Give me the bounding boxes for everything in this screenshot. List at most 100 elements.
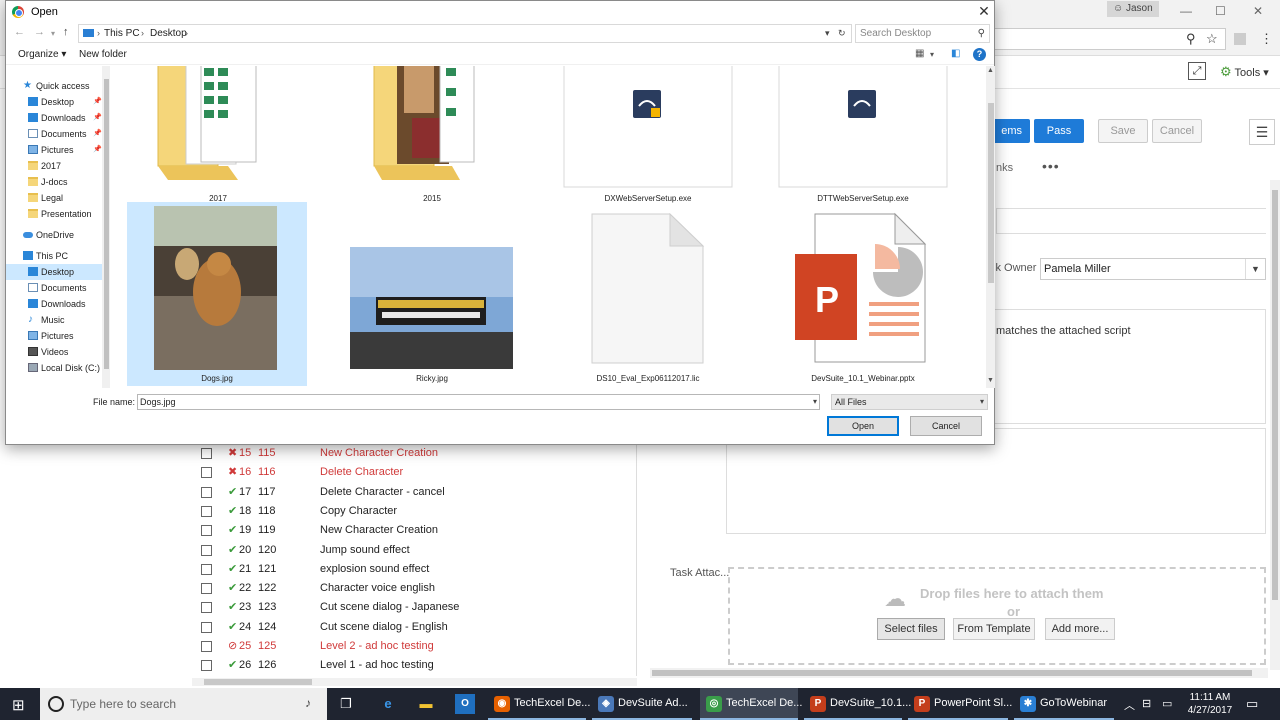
row-name[interactable]: Level 2 - ad hoc testing [320, 637, 434, 656]
row-name[interactable]: Jump sound effect [320, 541, 410, 560]
taskbar-app-button[interactable]: P PowerPoint Sl... [908, 688, 1012, 720]
file-tile[interactable]: 2017 [128, 66, 308, 203]
forward-arrow-icon[interactable]: → [34, 26, 45, 38]
task-view-icon[interactable]: ❐ [336, 694, 356, 714]
file-tile[interactable]: DXWebServerSetup.exe [558, 66, 738, 203]
nav-item[interactable]: J-docs [6, 174, 102, 190]
row-checkbox[interactable] [201, 583, 212, 595]
taskbar-search[interactable]: Type here to search ♪ [40, 688, 327, 720]
file-tile-selected[interactable]: Dogs.jpg [127, 202, 307, 386]
nav-item[interactable]: ★ Quick access [6, 78, 102, 94]
file-type-select[interactable]: All Files ▾ [831, 394, 988, 410]
taskbar-app-button[interactable]: ◈ DevSuite Ad... [592, 688, 692, 720]
table-row[interactable]: ✖ 15 115 New Character Creation [192, 444, 637, 463]
view-dropdown-icon[interactable]: ▾ [930, 50, 934, 59]
taskbar-app-button[interactable]: ◉ TechExcel De... [488, 688, 590, 720]
row-checkbox[interactable] [201, 544, 212, 556]
maximize-icon[interactable]: ☐ [1215, 4, 1226, 18]
table-row[interactable]: ✔ 21 121 explosion sound effect [192, 560, 637, 579]
table-row[interactable]: ✔ 19 119 New Character Creation [192, 521, 637, 540]
row-name[interactable]: explosion sound effect [320, 560, 429, 579]
dialog-cancel-button[interactable]: Cancel [910, 416, 982, 436]
user-badge[interactable]: ☺ Jason [1107, 1, 1159, 17]
table-row[interactable]: ✔ 20 120 Jump sound effect [192, 541, 637, 560]
extension-icon[interactable] [1234, 33, 1246, 45]
nav-item[interactable]: ♪ Music [6, 312, 102, 328]
tab-links[interactable]: nks [996, 162, 1013, 174]
taskbar-app-button[interactable]: ◎ TechExcel De... [700, 688, 802, 720]
refresh-icon[interactable]: ↻ [838, 28, 846, 39]
breadcrumb-separator-icon[interactable]: › [141, 28, 144, 38]
nav-item[interactable]: 2017 [6, 158, 102, 174]
nav-item[interactable]: Pictures 📌 [6, 142, 102, 158]
table-row[interactable]: ✖ 16 116 Delete Character [192, 463, 637, 482]
new-folder-button[interactable]: New folder [79, 49, 127, 60]
file-tile[interactable]: Ricky.jpg [342, 202, 522, 386]
nav-item[interactable]: Downloads 📌 [6, 110, 102, 126]
breadcrumb-desktop[interactable]: Desktop [150, 28, 187, 39]
save-button[interactable]: Save [1098, 119, 1148, 143]
table-row[interactable]: ✔ 24 124 Cut scene dialog - English [192, 618, 637, 637]
recent-dropdown-icon[interactable]: ▾ [51, 29, 55, 38]
row-name[interactable]: New Character Creation [320, 444, 438, 463]
description-field[interactable]: matches the attached script [990, 309, 1266, 424]
scroll-up-icon[interactable]: ▲ [986, 67, 995, 74]
nav-item[interactable]: Desktop 📌 [6, 94, 102, 110]
breadcrumb-this-pc[interactable]: This PC [104, 28, 140, 39]
file-tile[interactable]: P DevSuite_10.1_Webinar.pptx [773, 202, 953, 386]
nav-item[interactable]: Downloads [6, 296, 102, 312]
row-checkbox[interactable] [201, 525, 212, 537]
row-checkbox[interactable] [201, 505, 212, 517]
more-tabs-icon[interactable]: ••• [1042, 158, 1060, 174]
file-tile[interactable]: 2015 [342, 66, 522, 203]
nav-item[interactable]: OneDrive [6, 227, 102, 243]
row-checkbox[interactable] [201, 660, 212, 672]
row-checkbox[interactable] [201, 486, 212, 498]
table-row[interactable]: ✔ 23 123 Cut scene dialog - Japanese [192, 598, 637, 617]
table-row[interactable]: ✔ 26 126 Level 1 - ad hoc testing [192, 656, 637, 675]
nav-item[interactable]: Documents [6, 280, 102, 296]
close-icon[interactable]: ✕ [976, 3, 992, 19]
add-more-button[interactable]: Add more... [1045, 618, 1115, 640]
row-checkbox[interactable] [201, 448, 212, 459]
taskbar-app-button[interactable]: P DevSuite_10.1... [804, 688, 911, 720]
tray-overflow-icon[interactable]: ︿ [1124, 697, 1135, 713]
row-name[interactable]: Character voice english [320, 579, 435, 598]
search-input[interactable]: Search Desktop ⚲ [855, 24, 990, 43]
file-name-input[interactable]: Dogs.jpg ▾ [137, 394, 820, 410]
file-tile[interactable]: DTTWebServerSetup.exe [773, 66, 953, 203]
pass-button[interactable]: Pass [1034, 119, 1084, 143]
table-row[interactable]: ✔ 22 122 Character voice english [192, 579, 637, 598]
page-scrollbar-thumb[interactable] [1272, 190, 1278, 600]
task-field[interactable] [996, 208, 1266, 234]
change-view-icon[interactable]: ▦ [915, 48, 924, 59]
row-name[interactable]: Delete Character - cancel [320, 483, 445, 502]
chevron-down-icon[interactable]: ▾ [813, 395, 817, 409]
windows-start-icon[interactable]: ⊞ [12, 696, 25, 714]
edge-icon[interactable]: e [378, 694, 398, 714]
breadcrumb[interactable]: › This PC › Desktop › ▾ ↻ [78, 24, 852, 43]
chevron-down-icon[interactable]: ▾ [825, 28, 830, 39]
list-hscrollbar-thumb[interactable] [204, 679, 312, 685]
nav-item[interactable]: Pictures [6, 328, 102, 344]
tools-menu-button[interactable]: ⚙ Tools ▾ [1220, 64, 1269, 80]
row-checkbox[interactable] [201, 602, 212, 614]
fullscreen-icon[interactable]: ⤢ [1188, 62, 1206, 80]
file-tile[interactable]: DS10_Eval_Exp06112017.lic [558, 202, 738, 386]
nav-item[interactable]: Legal [6, 190, 102, 206]
row-name[interactable]: Delete Character [320, 463, 403, 482]
panel-hscrollbar-thumb[interactable] [652, 670, 1252, 676]
key-icon[interactable]: ⚲ [1186, 31, 1196, 47]
action-center-icon[interactable]: ▭ [1246, 696, 1258, 712]
row-checkbox[interactable] [201, 563, 212, 575]
file-grid-scrollbar-thumb[interactable] [988, 103, 994, 283]
outlook-icon[interactable]: O [455, 694, 475, 714]
minimize-icon[interactable]: — [1180, 4, 1192, 18]
nav-pane-scrollbar-thumb[interactable] [104, 79, 109, 369]
browser-menu-icon[interactable]: ⋮ [1260, 31, 1273, 47]
hamburger-menu-icon[interactable]: ☰ [1249, 119, 1275, 145]
nav-item[interactable]: Videos [6, 344, 102, 360]
table-row[interactable]: ✔ 18 118 Copy Character [192, 502, 637, 521]
organize-button[interactable]: Organize ▾ [18, 49, 66, 60]
file-dropzone[interactable] [728, 567, 1266, 665]
